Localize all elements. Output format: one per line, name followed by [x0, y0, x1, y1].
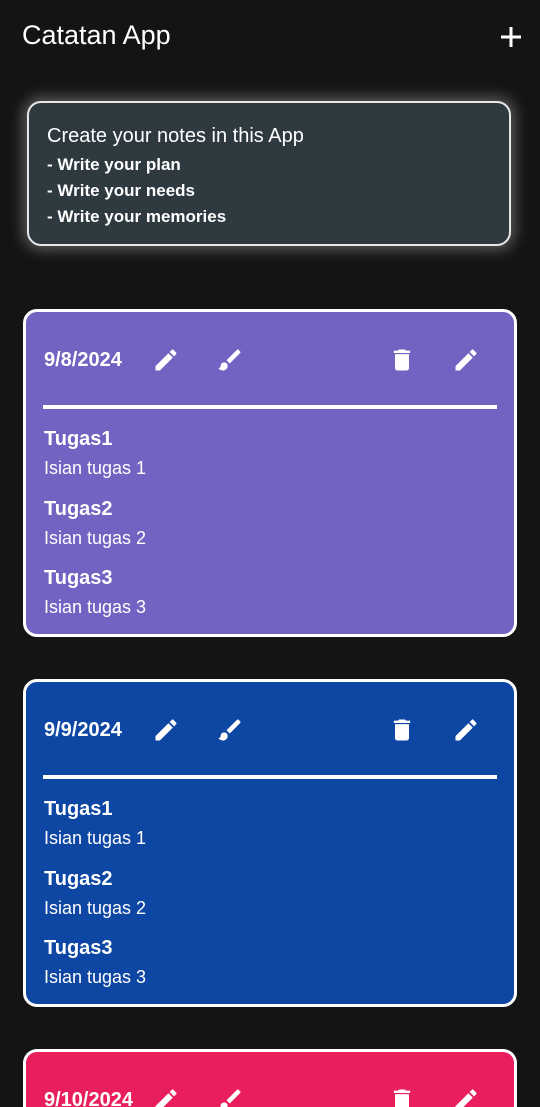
edit-date-button[interactable] [152, 1086, 180, 1107]
divider [43, 775, 497, 779]
divider [43, 405, 497, 409]
task-title: Tugas1 [44, 798, 113, 820]
plus-icon [501, 27, 521, 47]
pencil-icon [455, 349, 477, 371]
change-color-button[interactable] [216, 346, 244, 374]
add-note-button[interactable] [496, 22, 526, 52]
task-description: Isian tugas 1 [44, 828, 147, 848]
info-line: - Write your needs [47, 181, 195, 200]
task-title: Tugas3 [44, 937, 113, 959]
task-description: Isian tugas 3 [44, 967, 147, 987]
brush-icon [220, 1089, 241, 1107]
info-line: - Write your memories [47, 207, 227, 226]
task-title: Tugas3 [44, 567, 113, 589]
note-date: 9/8/2024 [44, 349, 122, 371]
info-heading: Create your notes in this App [47, 125, 304, 147]
edit-note-button[interactable] [452, 716, 480, 744]
change-color-button[interactable] [216, 1086, 244, 1107]
brush-icon [218, 719, 241, 741]
task-title: Tugas2 [44, 868, 113, 890]
edit-date-button[interactable] [152, 716, 180, 744]
edit-note-button[interactable] [452, 346, 480, 374]
note-card[interactable]: 9/9/2024 Tugas1 Isian tugas 1 Tugas2 Isi… [23, 679, 517, 1007]
task-description: Isian tugas 1 [44, 458, 147, 478]
note-date: 9/10/2024 [44, 1089, 133, 1107]
task-description: Isian tugas 3 [44, 597, 147, 617]
edit-date-button[interactable] [152, 346, 180, 374]
delete-note-button[interactable] [388, 716, 416, 744]
pencil-icon [155, 1089, 177, 1107]
pencil-icon [455, 1089, 477, 1107]
edit-note-button[interactable] [452, 1086, 480, 1107]
trash-icon [393, 349, 411, 371]
info-card: Create your notes in this App - Write yo… [27, 101, 511, 246]
task-title: Tugas1 [44, 428, 113, 450]
info-line: - Write your plan [47, 155, 181, 174]
task-description: Isian tugas 2 [44, 898, 147, 918]
delete-note-button[interactable] [388, 346, 416, 374]
pencil-icon [455, 719, 477, 741]
trash-icon [393, 719, 411, 741]
note-card[interactable]: 9/8/2024 Tugas1 Isian tugas 1 Tugas2 Isi… [23, 309, 517, 637]
note-date: 9/9/2024 [44, 719, 122, 741]
change-color-button[interactable] [216, 716, 244, 744]
pencil-icon [155, 349, 177, 371]
note-card[interactable]: 9/10/2024 [23, 1049, 517, 1107]
trash-icon [393, 1089, 411, 1107]
app-bar: Catatan App [0, 0, 540, 76]
task-description: Isian tugas 2 [44, 528, 147, 548]
pencil-icon [155, 719, 177, 741]
brush-icon [218, 349, 241, 371]
task-title: Tugas2 [44, 498, 113, 520]
delete-note-button[interactable] [388, 1086, 416, 1107]
app-title: Catatan App [22, 20, 171, 50]
